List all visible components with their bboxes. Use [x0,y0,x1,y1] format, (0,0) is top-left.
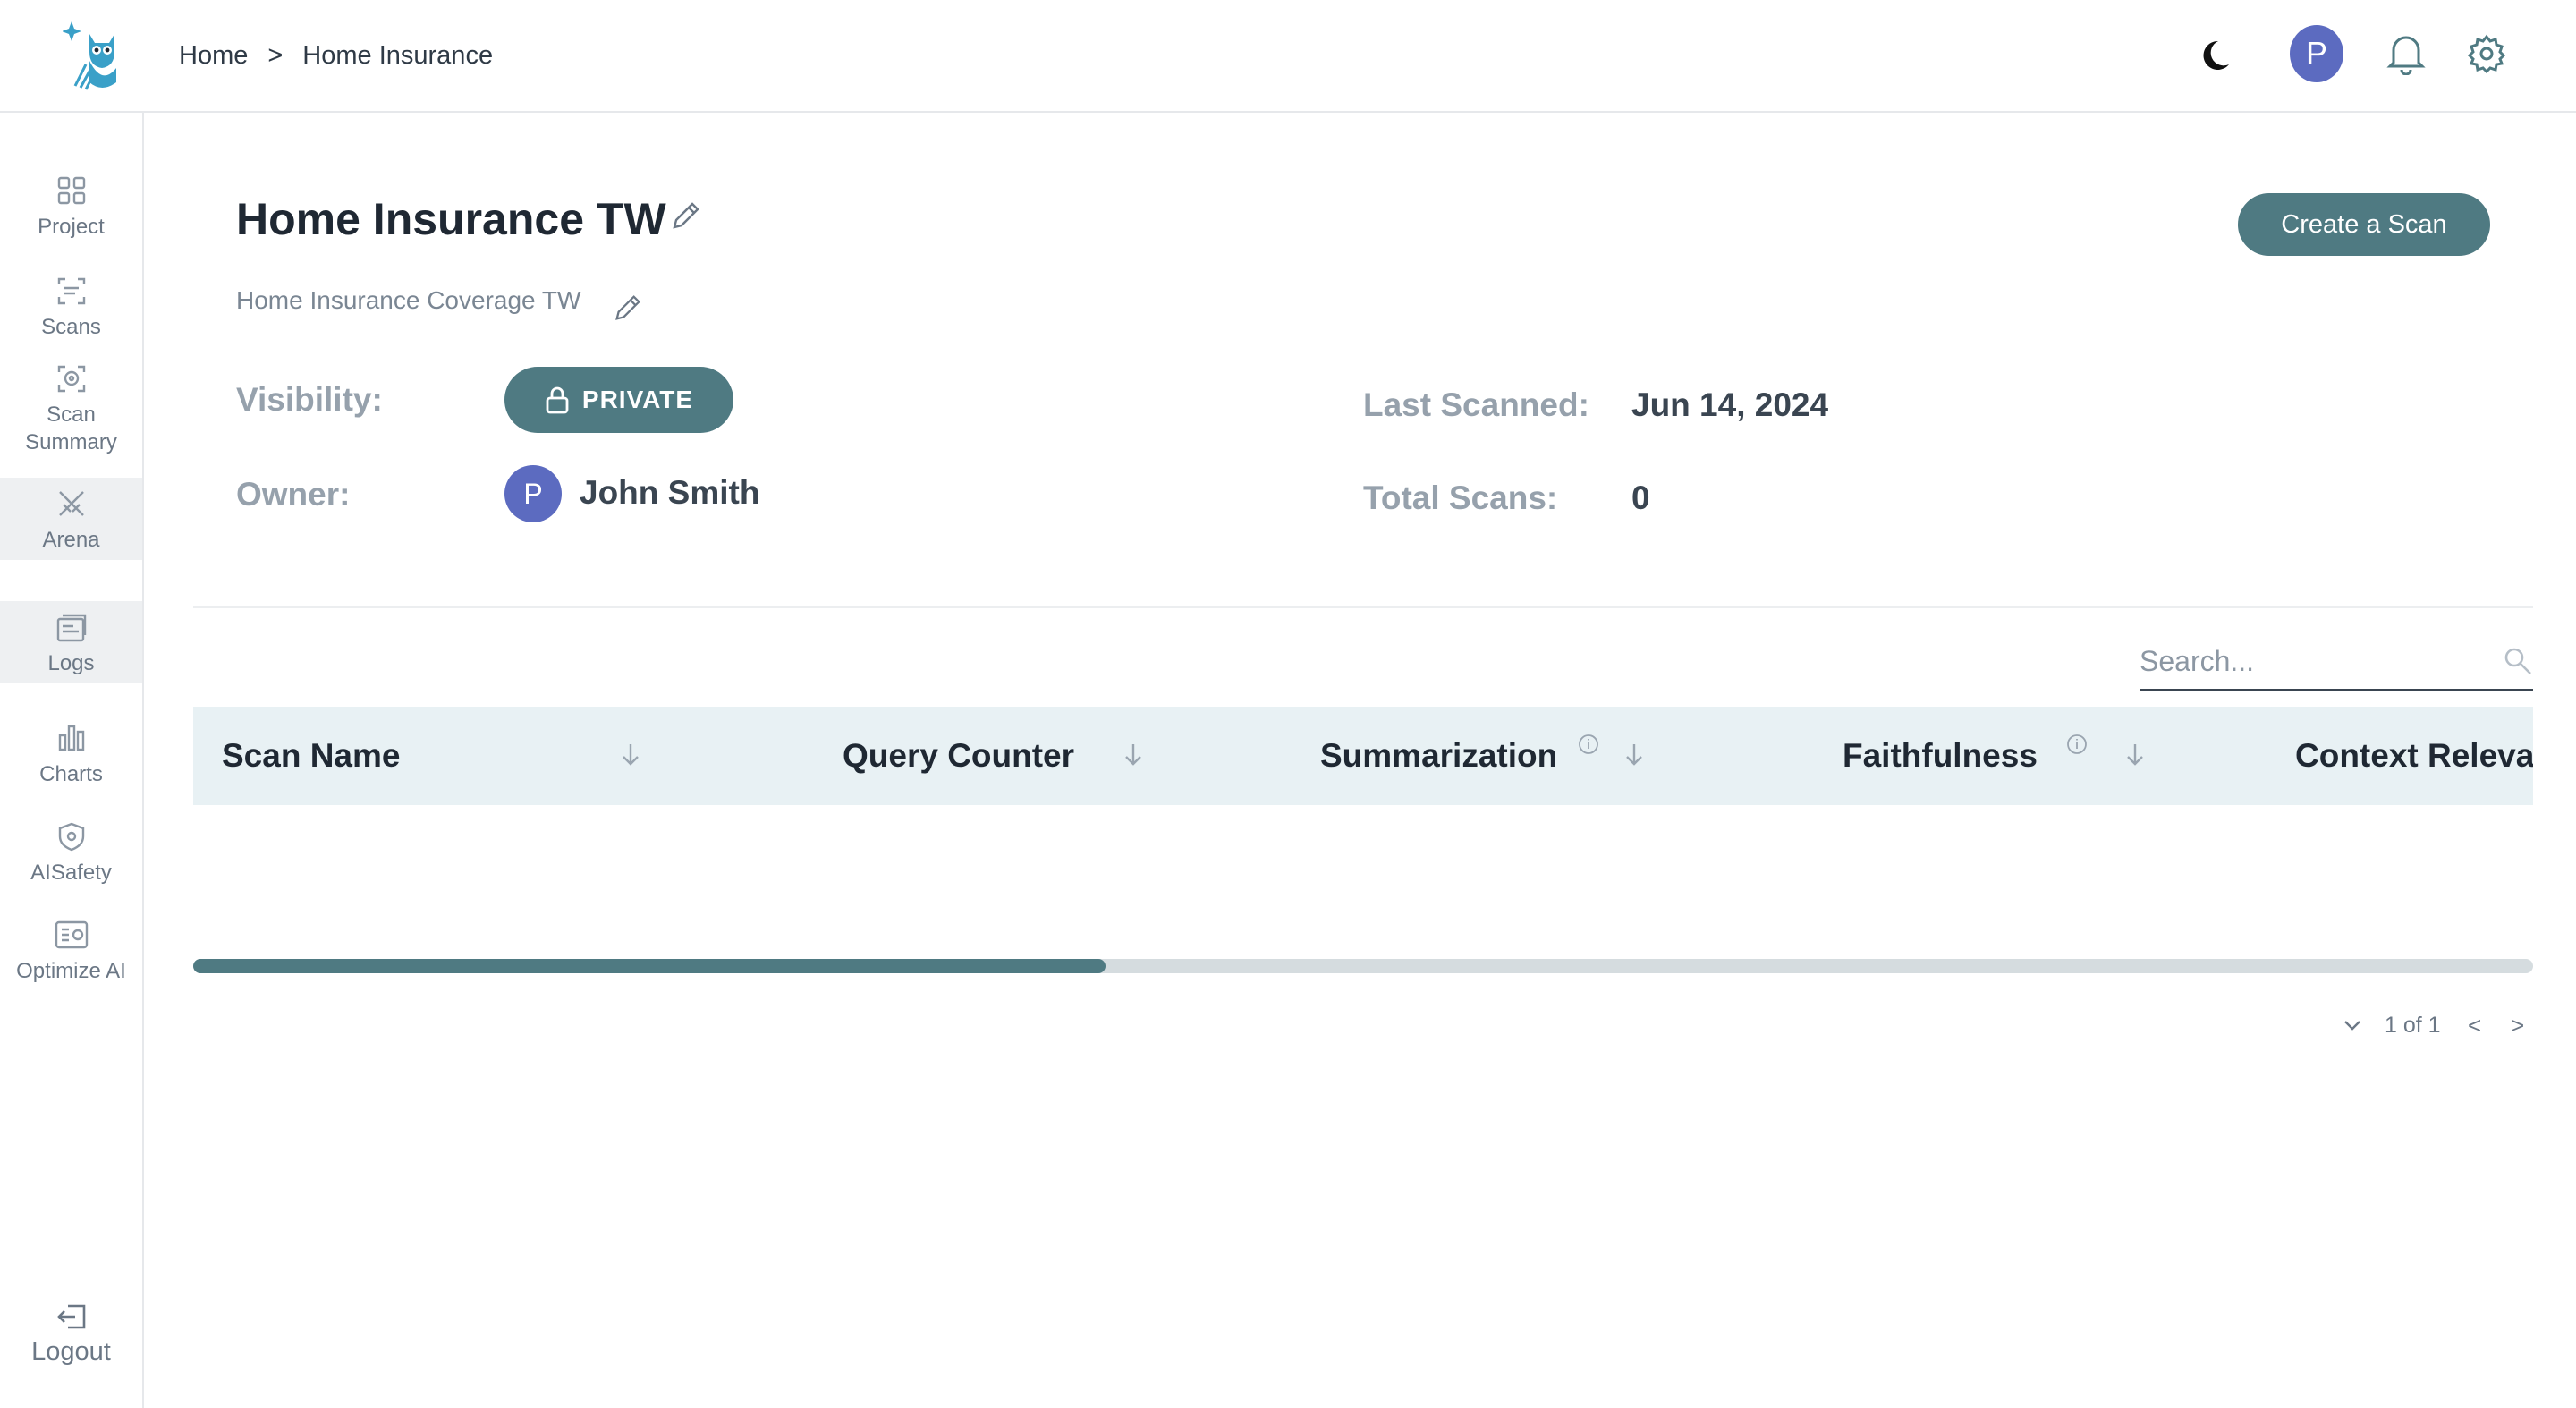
total-scans-value: 0 [1631,479,1650,516]
rows-per-page-chevron-down-icon[interactable] [2334,1007,2370,1043]
page-subtitle: Home Insurance Coverage TW [236,286,581,314]
lock-icon [546,386,569,414]
last-scanned-value: Jun 14, 2024 [1631,386,1829,423]
sidebar-item-scan-summary[interactable]: Scan Summary [0,363,142,456]
swords-icon [58,491,84,516]
edit-subtitle-pencil-icon[interactable] [612,292,644,328]
search-icon[interactable] [2503,646,2533,676]
column-label: Scan Name [222,737,401,774]
notification-bell-icon[interactable] [2379,27,2433,81]
sidebar-item-project[interactable]: Project [0,175,142,241]
search-input[interactable] [2140,644,2462,678]
faithfulness-info-icon[interactable] [2066,707,2089,805]
grid-icon [57,176,85,205]
owl-logo-icon[interactable] [62,16,125,91]
sidebar-item-label: Scan Summary [25,403,117,454]
column-header-scan-name[interactable]: Scan Name [222,707,401,805]
scan-icon [57,277,85,305]
sort-scan-name-arrow-icon[interactable] [621,707,648,805]
column-header-faithfulness[interactable]: Faithfulness [1843,707,2038,805]
pagination: 1 of 1 < > [2334,1007,2536,1043]
logout-icon [56,1304,85,1329]
create-scan-button[interactable]: Create a Scan [2238,193,2490,256]
sidebar-item-scans[interactable]: Scans [0,276,142,341]
table-horizontal-scrollbar[interactable] [193,959,2533,973]
owner-label: Owner: [236,476,351,513]
sidebar-item-label: Scans [41,315,101,339]
breadcrumb-separator: > [267,40,284,70]
column-header-summarization[interactable]: Summarization [1320,707,1557,805]
shield-icon [58,822,84,852]
owner-avatar: P [504,465,562,522]
breadcrumb-home[interactable]: Home [179,41,248,71]
edit-title-pencil-icon[interactable] [669,199,703,237]
search-box [2140,633,2533,691]
page-indicator: 1 of 1 [2385,1012,2441,1038]
summarization-info-icon[interactable] [1578,707,1601,805]
sidebar-item-label: Charts [39,762,103,786]
sidebar-item-charts[interactable]: Charts [0,723,142,788]
scan-summary-icon [57,365,85,393]
sidebar-item-logs[interactable]: Logs [0,601,142,683]
logout-button[interactable]: Logout [0,1302,142,1366]
optimize-icon [55,920,88,949]
user-avatar-initial: P [2290,25,2343,82]
owner-name: John Smith [580,474,760,511]
sidebar-item-aisafety[interactable]: AISafety [0,821,142,886]
settings-gear-icon[interactable] [2460,27,2513,81]
breadcrumb-current[interactable]: Home Insurance [302,41,493,71]
user-avatar[interactable]: P [2290,25,2343,82]
sidebar-item-arena[interactable]: Arena [0,478,142,560]
scans-table-header: Scan Name Query Counter Summarization Fa… [193,707,2533,805]
visibility-private-badge[interactable]: PRIVATE [504,367,733,433]
column-header-context-relevance[interactable]: Context Releva [2295,707,2533,805]
column-header-query-counter[interactable]: Query Counter [843,707,1074,805]
dark-mode-moon-icon[interactable] [2195,27,2249,81]
sidebar-item-label: Project [38,215,105,239]
sidebar-item-optimize-ai[interactable]: Optimize AI [0,920,142,985]
sidebar-item-label: AISafety [30,861,112,885]
app-root: Home > Home Insurance P Project Scans Sc… [0,0,2576,1408]
page-title: Home Insurance TW [236,194,666,244]
logout-label: Logout [31,1337,111,1366]
bar-chart-icon [58,725,84,751]
top-header: Home > Home Insurance P [0,0,2576,113]
sidebar-item-label: Arena [42,528,100,552]
last-scanned-label: Last Scanned: [1363,386,1589,423]
column-label: Query Counter [843,737,1075,774]
sidebar-item-label: Optimize AI [16,959,126,983]
column-label: Faithfulness [1843,737,2038,774]
sort-faithfulness-arrow-icon[interactable] [2125,707,2152,805]
column-label: Context Releva [2295,737,2533,774]
scrollbar-thumb[interactable] [193,959,1106,973]
sort-summarization-arrow-icon[interactable] [1624,707,1651,805]
sidebar-nav: Project Scans Scan Summary Arena Logs Ch… [0,113,144,1408]
sort-query-counter-arrow-icon[interactable] [1123,707,1150,805]
section-divider [193,606,2533,608]
next-page-button[interactable]: > [2500,1007,2536,1043]
column-label: Summarization [1320,737,1558,774]
visibility-label: Visibility: [236,381,383,418]
breadcrumb: Home > Home Insurance [179,36,493,75]
visibility-value: PRIVATE [581,386,694,413]
sidebar-item-label: Logs [47,651,95,675]
total-scans-label: Total Scans: [1363,479,1558,516]
logs-icon [56,614,86,642]
prev-page-button[interactable]: < [2457,1007,2493,1043]
